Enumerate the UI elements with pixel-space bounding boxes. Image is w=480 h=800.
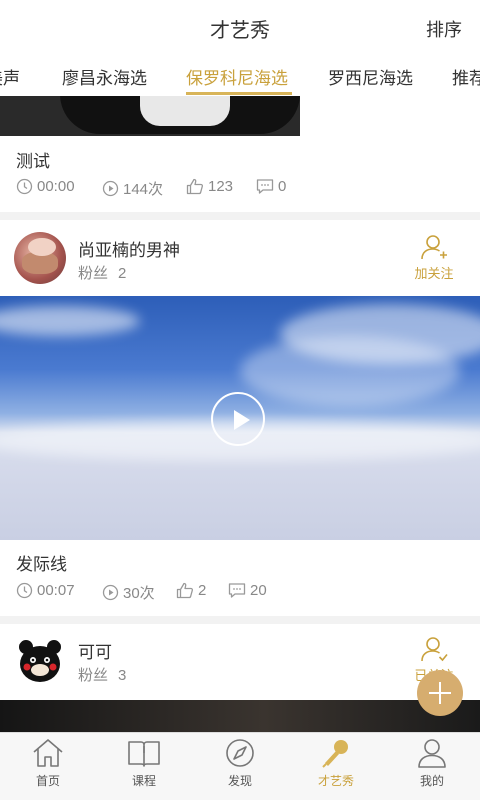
book-icon: [128, 741, 160, 767]
user-name[interactable]: 可可: [78, 638, 112, 663]
comments-stat[interactable]: 20: [228, 582, 267, 599]
profile-icon: [418, 739, 446, 768]
tab-rossini[interactable]: 罗西尼海选: [328, 64, 413, 89]
fans-number: 3: [118, 667, 127, 684]
follow-button[interactable]: 加关注: [412, 234, 456, 282]
avatar[interactable]: [14, 634, 66, 686]
thumbs-up-icon: [176, 582, 194, 599]
likes-stat[interactable]: 2: [176, 582, 206, 599]
comments-stat[interactable]: 0: [256, 178, 286, 195]
user-name[interactable]: 尚亚楠的男神: [78, 236, 180, 261]
duration-stat: 00:00: [16, 178, 75, 195]
duration-stat: 00:07: [16, 582, 75, 599]
add-user-icon: [421, 235, 447, 260]
add-post-button[interactable]: [417, 670, 463, 716]
post-title: 测试: [16, 152, 50, 171]
fans-count: 粉丝 3: [78, 664, 136, 685]
avatar[interactable]: [14, 232, 66, 284]
duration-text: 00:07: [37, 582, 75, 599]
page-title: 才艺秀: [210, 20, 270, 42]
video-thumbnail[interactable]: [0, 96, 480, 136]
tabbar-courses[interactable]: 课程: [96, 733, 192, 800]
likes-stat[interactable]: 123: [186, 178, 233, 195]
fans-count: 粉丝 2: [78, 262, 136, 283]
comment-icon: [228, 583, 246, 598]
tabbar-talent-show[interactable]: 才艺秀: [288, 733, 384, 800]
fans-label: 粉丝: [78, 265, 109, 282]
compass-icon: [226, 739, 254, 767]
tabbar-label: 我的: [419, 774, 444, 788]
tabbar-label: 课程: [131, 774, 156, 788]
play-button[interactable]: [211, 392, 265, 446]
likes-text: 2: [198, 582, 207, 599]
post-card: 测试 00:00 144次 123 0: [0, 136, 480, 212]
play-count-icon: [102, 180, 119, 197]
category-tabs: 美声 廖昌永海选 保罗科尼海选 罗西尼海选 推荐: [0, 54, 480, 96]
clock-icon: [16, 582, 33, 599]
post-card: 尚亚楠的男神 粉丝 2 加关注 发际线 00:07 30次 2 20: [0, 220, 480, 616]
post-stats: 00:00 144次 123 0: [16, 178, 316, 198]
plays-stat: 144次: [102, 178, 163, 199]
tab-paolo-coni[interactable]: 保罗科尼海选: [186, 64, 288, 89]
fans-label: 粉丝: [78, 667, 109, 684]
microphone-icon: [322, 740, 348, 768]
video-thumbnail[interactable]: [0, 700, 480, 732]
home-icon: [33, 739, 63, 767]
tab-liao-changyong[interactable]: 廖昌永海选: [62, 64, 147, 89]
plays-text: 30次: [123, 585, 155, 602]
tab-recommended[interactable]: 推荐: [452, 64, 480, 89]
clock-icon: [16, 178, 33, 195]
sort-button[interactable]: 排序: [426, 16, 462, 42]
user-check-icon: [421, 637, 448, 662]
post-card: 可可 粉丝3 已关注: [0, 624, 480, 700]
post-stats: 00:07 30次 2 20: [16, 582, 316, 602]
duration-text: 00:00: [37, 178, 75, 195]
bear-avatar-image: [19, 640, 61, 682]
fans-number: 2: [118, 265, 127, 282]
bottom-tab-bar: 首页 课程 发现 才艺秀 我的: [0, 732, 480, 800]
tabbar-label: 首页: [35, 774, 60, 788]
post-title: 发际线: [16, 555, 67, 574]
play-count-icon: [102, 584, 119, 601]
thumbs-up-icon: [186, 178, 204, 195]
tabbar-label: 才艺秀: [317, 774, 354, 788]
tabbar-profile[interactable]: 我的: [384, 733, 480, 800]
comments-text: 0: [278, 178, 287, 195]
tabbar-home[interactable]: 首页: [0, 733, 96, 800]
comment-icon: [256, 179, 274, 194]
comments-text: 20: [250, 582, 267, 599]
plays-text: 144次: [123, 181, 164, 198]
video-thumbnail[interactable]: [0, 296, 480, 540]
top-bar: 才艺秀 排序: [0, 0, 480, 54]
tabbar-discover[interactable]: 发现: [192, 733, 288, 800]
tab-bel-canto[interactable]: 美声: [0, 64, 20, 89]
likes-text: 123: [208, 178, 234, 195]
plays-stat: 30次: [102, 582, 155, 603]
follow-label: 加关注: [414, 266, 454, 281]
tabbar-label: 发现: [227, 774, 252, 788]
active-tab-indicator: [186, 92, 292, 95]
